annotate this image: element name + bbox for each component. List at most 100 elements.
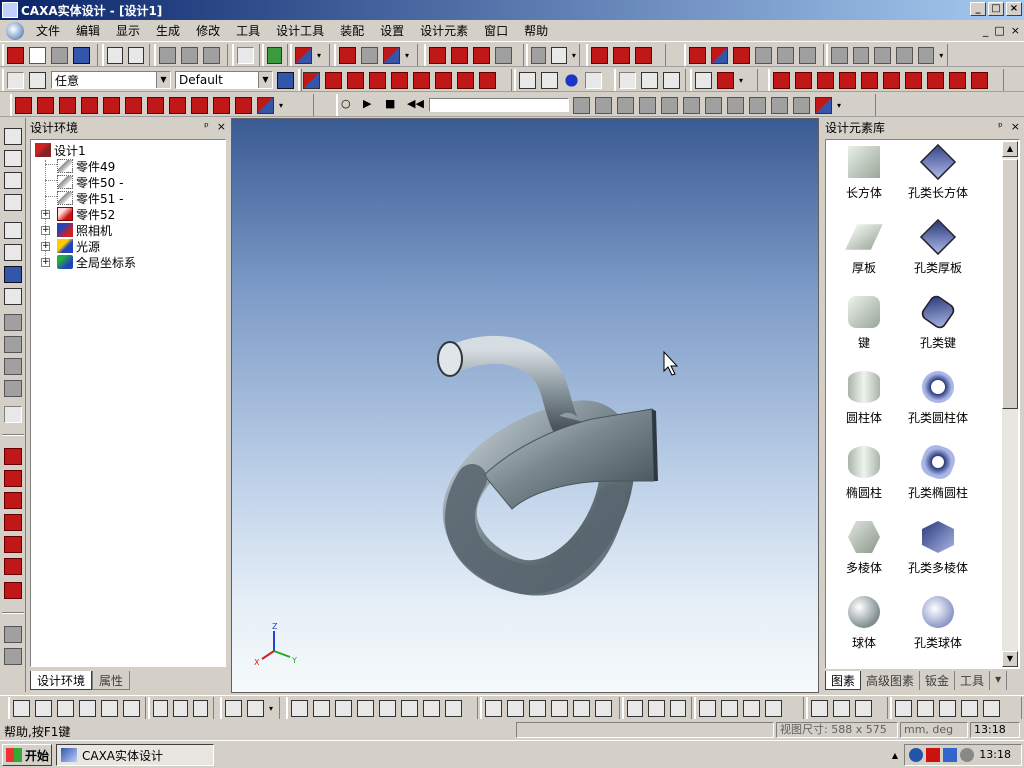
view-back-icon[interactable] — [795, 71, 812, 89]
record-icon[interactable]: ○ — [341, 97, 358, 114]
redo-icon[interactable] — [128, 46, 144, 64]
anim-last-icon[interactable] — [771, 96, 788, 114]
spline-icon[interactable] — [379, 699, 396, 717]
tools-icon[interactable] — [874, 46, 891, 64]
triball-icon[interactable] — [413, 71, 430, 89]
circle-3pt-icon[interactable] — [529, 699, 546, 717]
arc-3pt-icon[interactable] — [648, 699, 665, 717]
anim-rotate-icon[interactable] — [617, 96, 634, 114]
toolbar-more-icon[interactable]: ▾ — [837, 101, 845, 110]
close-icon[interactable]: × — [1011, 120, 1020, 133]
paste-icon[interactable] — [203, 46, 220, 64]
anim-scale-icon[interactable] — [639, 96, 656, 114]
view-iso3-icon[interactable] — [949, 71, 966, 89]
smart-snap-icon[interactable] — [457, 71, 474, 89]
library-item-plate[interactable]: 厚板 — [828, 221, 900, 276]
toolbar-more-icon[interactable]: ▾ — [739, 76, 747, 85]
camera-angle-icon[interactable] — [235, 96, 252, 114]
menu-generate[interactable]: 生成 — [148, 22, 188, 40]
camera-tool-icon[interactable] — [257, 96, 274, 114]
shaded-icon[interactable] — [563, 71, 580, 89]
sketch-cancel-icon[interactable] — [917, 699, 934, 717]
bezier-icon[interactable] — [721, 699, 738, 717]
scene-icon[interactable] — [4, 380, 22, 397]
split-icon[interactable] — [711, 46, 728, 64]
3d-viewport[interactable]: Z X Y — [231, 118, 819, 693]
scroll-thumb[interactable] — [1002, 159, 1018, 409]
anim-first-icon[interactable] — [749, 96, 766, 114]
menu-modify[interactable]: 修改 — [188, 22, 228, 40]
constraint-icon[interactable] — [347, 71, 364, 89]
sketch-grid-icon[interactable] — [13, 699, 30, 717]
arc-tan-icon[interactable] — [669, 699, 686, 717]
sketch-finish-icon[interactable] — [895, 699, 912, 717]
dimension-icon[interactable] — [325, 71, 342, 89]
sketch-pattern-icon[interactable] — [123, 699, 140, 717]
expand-icon[interactable]: + — [41, 242, 50, 251]
chevron-down-icon[interactable]: ▼ — [258, 72, 272, 88]
position-icon[interactable] — [435, 71, 452, 89]
texture-icon[interactable] — [4, 492, 22, 509]
tree-item-part51[interactable]: 零件51 - — [57, 190, 123, 206]
tab-sheet-metal[interactable]: 钣金 — [920, 671, 956, 690]
design-tree-icon[interactable] — [237, 46, 254, 64]
pin-icon[interactable]: ᵖ — [204, 120, 209, 133]
save-icon[interactable] — [73, 46, 90, 64]
library-item-cylinder[interactable]: 圆柱体 — [828, 371, 900, 426]
sketch-trim-icon[interactable] — [173, 699, 188, 717]
camera-zoom-icon[interactable] — [125, 96, 142, 114]
camera-fit-icon[interactable] — [213, 96, 230, 114]
tree-item-global-coords[interactable]: 全局坐标系 — [57, 254, 136, 270]
assembly-icon[interactable] — [339, 46, 356, 64]
camera-tilt-icon[interactable] — [191, 96, 208, 114]
menu-file[interactable]: 文件 — [28, 22, 68, 40]
loft-icon[interactable] — [495, 46, 512, 64]
toolbar-more-icon[interactable]: ▾ — [317, 51, 325, 60]
color-icon[interactable] — [4, 558, 22, 575]
smart-render-icon[interactable] — [267, 46, 282, 64]
draft-icon[interactable] — [755, 46, 772, 64]
copy-icon[interactable] — [181, 46, 198, 64]
anim-add-icon[interactable] — [661, 96, 678, 114]
rotate-icon[interactable] — [451, 46, 468, 64]
toolbar-more-icon[interactable]: ▾ — [405, 51, 413, 60]
cylinder-view-icon[interactable] — [663, 71, 680, 89]
library-item-polyhedron[interactable]: 多棱体 — [828, 521, 900, 576]
extrude-icon[interactable] — [429, 46, 446, 64]
tree-item-part49[interactable]: 零件49 — [57, 158, 115, 174]
fillet-icon[interactable] — [591, 46, 608, 64]
circle-center-icon[interactable] — [485, 699, 502, 717]
close-button[interactable]: × — [1006, 2, 1022, 16]
shell-icon[interactable] — [635, 46, 652, 64]
paint-icon[interactable] — [4, 648, 22, 665]
sketch-icon[interactable] — [303, 71, 320, 89]
pick-icon[interactable] — [4, 406, 22, 423]
library-item-box[interactable]: 长方体 — [828, 146, 900, 201]
tree-item-part50[interactable]: 零件50 - — [57, 174, 123, 190]
disassemble-icon[interactable] — [361, 46, 378, 64]
view-iso2-icon[interactable] — [927, 71, 944, 89]
minimize-button[interactable]: _ — [970, 2, 986, 16]
angle-line-icon[interactable] — [335, 699, 352, 717]
view-left-icon[interactable] — [817, 71, 834, 89]
text-sketch-icon[interactable] — [765, 699, 782, 717]
tree-root[interactable]: 设计1 — [35, 142, 86, 158]
network-icon[interactable] — [909, 748, 923, 762]
animation-slider[interactable] — [429, 98, 569, 112]
stack-icon[interactable] — [479, 71, 496, 89]
toolbar-more-icon[interactable]: ▾ — [279, 101, 287, 110]
view-top-icon[interactable] — [861, 71, 878, 89]
sketch-rect-icon[interactable] — [35, 699, 52, 717]
render-style-icon[interactable] — [4, 448, 22, 465]
library-item-plate-hole[interactable]: 孔类厚板 — [902, 218, 974, 276]
undo-icon[interactable] — [107, 46, 123, 64]
menu-design-tools[interactable]: 设计工具 — [268, 22, 332, 40]
hidden-line-icon[interactable] — [541, 71, 558, 89]
help-pointer-icon[interactable] — [295, 46, 312, 64]
new-icon[interactable] — [7, 46, 24, 64]
move-icon[interactable] — [4, 128, 22, 145]
mdi-restore-button[interactable]: □ — [994, 24, 1004, 37]
sketch-option-icon[interactable] — [939, 699, 956, 717]
sweep-icon[interactable] — [473, 46, 490, 64]
library-item-key[interactable]: 键 — [828, 296, 900, 351]
